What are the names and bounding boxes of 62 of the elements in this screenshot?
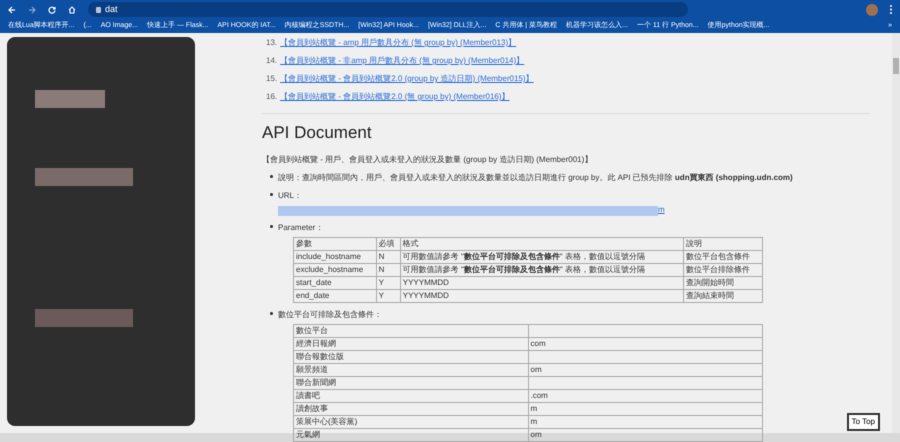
table-cell: 經濟日報網 — [294, 337, 528, 350]
table-cell: m — [528, 415, 762, 428]
table-header: 參數 — [294, 237, 376, 250]
doc-link[interactable]: 【會員到站概覽 - 會員到站概覽2.0 (group by 造訪日期) (Member015)】 — [280, 73, 534, 85]
table-cell: 可用數值請參考 "數位平台可排除及包含條件" 表格，數值以逗號分隔 — [400, 250, 684, 263]
table-header: 說明 — [683, 237, 762, 250]
url-label: URL： — [278, 190, 304, 202]
table-cell: N — [376, 250, 400, 263]
bullet-icon — [270, 312, 273, 314]
table-header: 格式 — [400, 237, 684, 250]
table-cell: Y — [376, 276, 400, 289]
table-cell: 讀書吧 — [294, 389, 528, 402]
bullet-icon — [270, 192, 273, 196]
list-number: 16. — [266, 91, 278, 103]
table-cell: N — [376, 263, 400, 276]
doc-link[interactable]: 【會員到站概覽 - 會員到站概覽2.0 (無 group by) (Member016)】 — [280, 91, 510, 103]
table-cell: exclude_hostname — [294, 263, 376, 276]
table-cell: 讀創故事 — [294, 402, 528, 415]
address-bar[interactable]: dat — [88, 2, 688, 17]
table-cell: 策展中心(美容黨) — [294, 415, 528, 428]
reload-icon[interactable] — [48, 6, 56, 14]
table-cell: end_date — [294, 289, 376, 302]
bullet-icon — [270, 174, 273, 178]
list-number: 14. — [266, 55, 278, 67]
table-cell: YYYYMMDD — [400, 289, 684, 302]
table-cell: 查詢開始時間 — [683, 276, 762, 289]
description-text: 說明：查詢時間區間內，用戶、會員登入或未登入的狀況及數量並以造訪日期進行 group by。此 API 已預先排除 udn買東西 (shopping.udn.com) — [278, 172, 794, 184]
lock-icon — [96, 6, 101, 12]
table-cell: 查詢結束時間 — [683, 289, 762, 302]
table-cell: 聯合新聞網 — [294, 376, 528, 389]
table-cell: 數位平台排除條件 — [683, 263, 762, 276]
table-cell: com — [528, 337, 762, 350]
to-top-button[interactable]: To Top — [846, 413, 880, 431]
table-cell: YYYYMMDD — [400, 276, 684, 289]
doc-link[interactable]: 【會員到站概覽 - 非amp 用戶數具分布 (無 group by) (Member014)】 — [280, 55, 524, 67]
table-cell: 數位平台包含條件 — [683, 250, 762, 263]
table-cell: m — [528, 402, 762, 415]
url-text: dat — [105, 2, 118, 16]
doc-link[interactable]: 【會員到站概覽 - amp 用戶數具分布 (無 group by) (Member013)】 — [280, 37, 516, 49]
table-cell: Y — [376, 289, 400, 302]
list-number: 13. — [266, 37, 278, 49]
table-cell: start_date — [294, 276, 376, 289]
table-header: 必填 — [376, 237, 400, 250]
list-number: 15. — [266, 73, 278, 85]
table-cell: 可用數值請參考 "數位平台可排除及包含條件" 表格，數值以逗號分隔 — [400, 263, 684, 276]
table-cell: include_hostname — [294, 250, 376, 263]
table-cell: 聯合報數位版 — [294, 350, 528, 363]
parameter-label: Parameter： — [278, 222, 324, 234]
platform-label: 數位平台可排除及包含條件： — [278, 308, 383, 320]
page-heading: API Document — [262, 122, 373, 144]
forward-icon[interactable] — [28, 6, 36, 14]
vertical-scrollbar[interactable] — [892, 33, 900, 433]
table-cell: 願景頻道 — [294, 363, 528, 376]
back-icon[interactable] — [8, 6, 16, 14]
home-icon[interactable] — [68, 6, 76, 14]
redacted-block — [35, 90, 105, 108]
url-link[interactable]: m — [658, 204, 665, 216]
table-cell: om — [528, 363, 762, 376]
bullet-icon — [270, 224, 273, 228]
table-cell: .com — [528, 389, 762, 402]
section-title: 【會員到站概覽 - 用戶、會員登入或未登入的狀況及數量 (group by 造訪日期) (Member001)】 — [262, 154, 594, 166]
table-cell: 數位平台 — [294, 324, 528, 337]
